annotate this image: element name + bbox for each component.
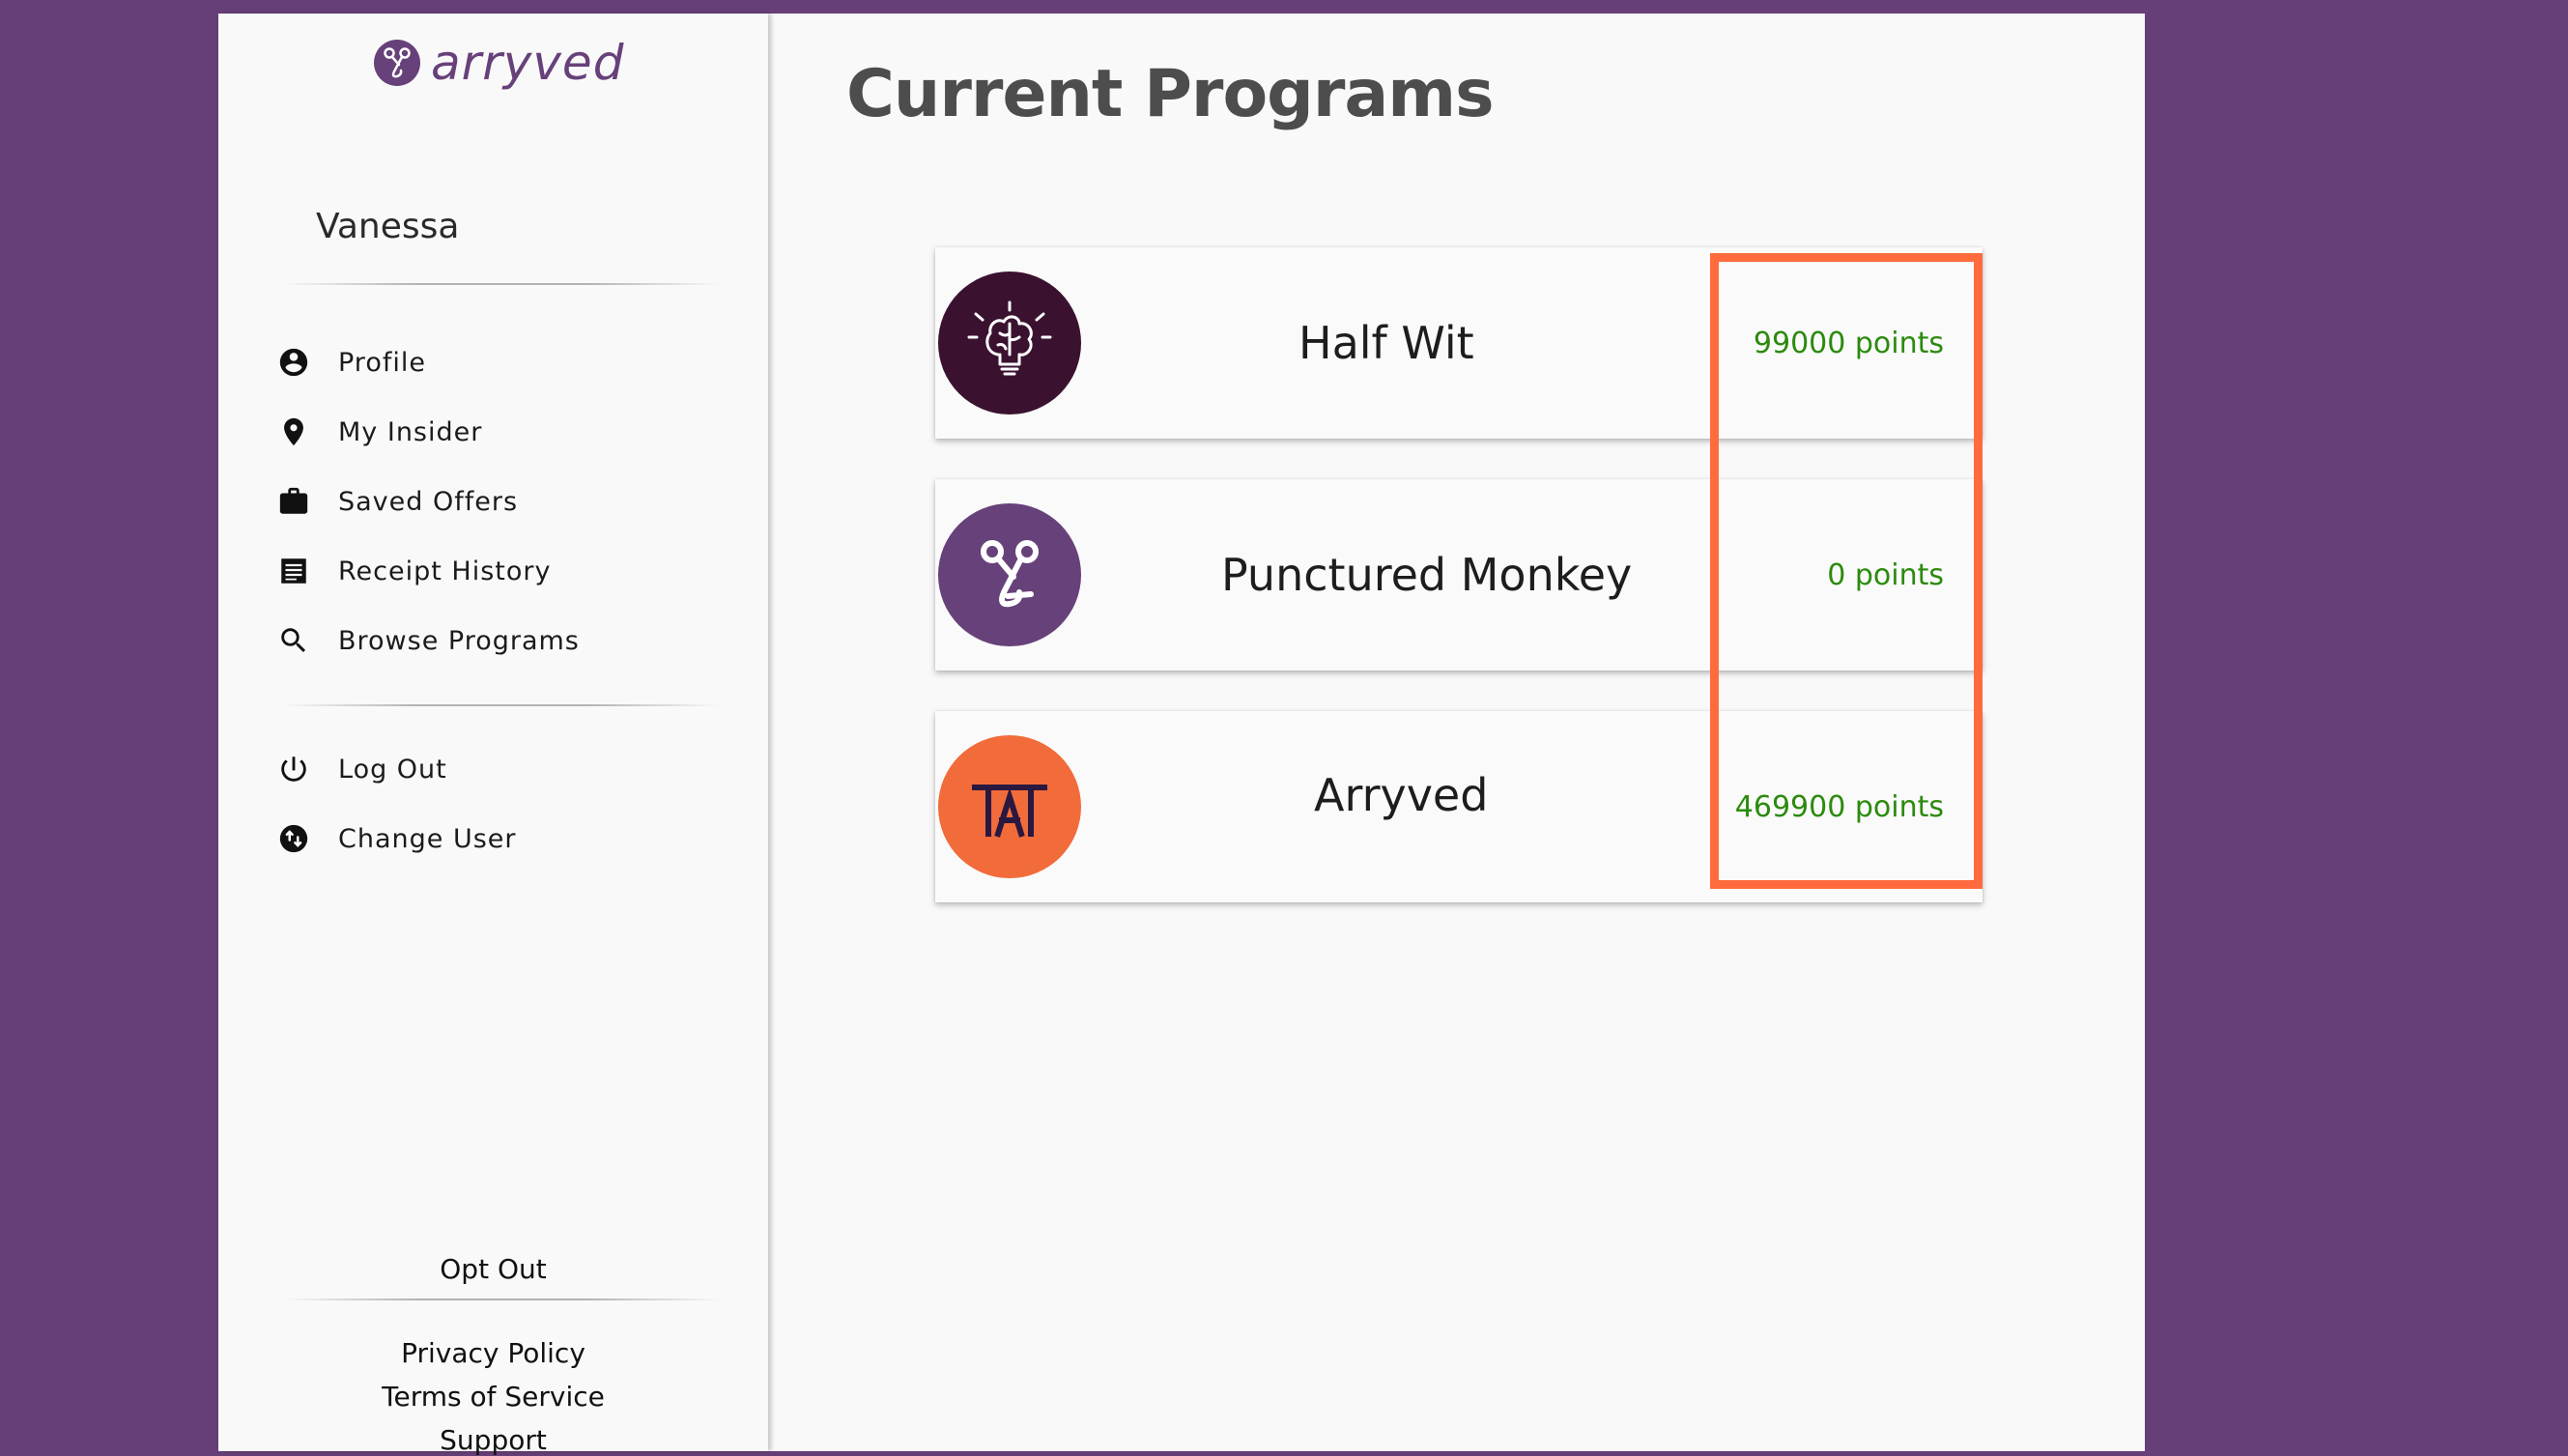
program-name: Punctured Monkey [1221,549,1633,601]
nav-item-browse-programs[interactable]: Browse Programs [276,612,721,670]
program-points: 99000 points [1753,326,1944,360]
nav-item-receipt-history[interactable]: Receipt History [276,542,721,600]
sidebar: arryved Vanessa Profile My Insider Saved… [218,14,768,1456]
search-icon [276,623,311,658]
program-name: Arryved [1314,769,1489,821]
tap-logo-icon [972,785,1047,838]
divider [282,283,721,285]
program-card-arryved[interactable]: Arryved 469900 points [935,711,1983,902]
user-name: Vanessa [316,207,460,246]
nav-item-my-insider[interactable]: My Insider [276,403,721,461]
arryved-logo-icon [374,40,420,86]
brand-name: arryved [431,35,625,91]
nav-label-my-insider: My Insider [338,416,483,447]
briefcase-icon [276,484,311,519]
program-name: Half Wit [1298,317,1474,369]
nav-label-change-user: Change User [338,823,517,854]
divider [282,1299,721,1300]
nav-item-change-user[interactable]: Change User [276,810,721,868]
nav-label-profile: Profile [338,347,426,378]
location-pin-icon [276,414,311,449]
brain-bulb-icon [967,300,1052,376]
nav-label-receipt-history: Receipt History [338,556,552,586]
receipt-icon [276,554,311,588]
program-avatar [938,735,1081,878]
divider [282,704,721,706]
support-link[interactable]: Support [218,1424,768,1456]
program-points: 469900 points [1734,789,1944,824]
switch-user-icon [276,821,311,856]
opt-out-link[interactable]: Opt Out [218,1253,768,1285]
program-card-punctured-monkey[interactable]: Punctured Monkey 0 points [935,479,1983,671]
program-points: 0 points [1827,557,1944,592]
nav-label-log-out: Log Out [338,754,447,785]
nav-item-log-out[interactable]: Log Out [276,740,721,798]
terms-of-service-link[interactable]: Terms of Service [218,1381,768,1413]
brand-logo[interactable]: arryved [373,35,624,91]
account-circle-icon [276,345,311,380]
program-card-half-wit[interactable]: Half Wit 99000 points [935,247,1983,439]
arryved-knot-icon [981,540,1039,608]
program-avatar [938,503,1081,646]
privacy-policy-link[interactable]: Privacy Policy [218,1337,768,1369]
nav-item-profile[interactable]: Profile [276,333,721,391]
nav-label-saved-offers: Saved Offers [338,486,519,517]
app-window: arryved Vanessa Profile My Insider Saved… [218,14,2145,1456]
page-title: Current Programs [846,56,1495,132]
program-avatar [938,271,1081,414]
nav-item-saved-offers[interactable]: Saved Offers [276,472,721,530]
power-icon [276,752,311,786]
nav-label-browse-programs: Browse Programs [338,625,580,656]
